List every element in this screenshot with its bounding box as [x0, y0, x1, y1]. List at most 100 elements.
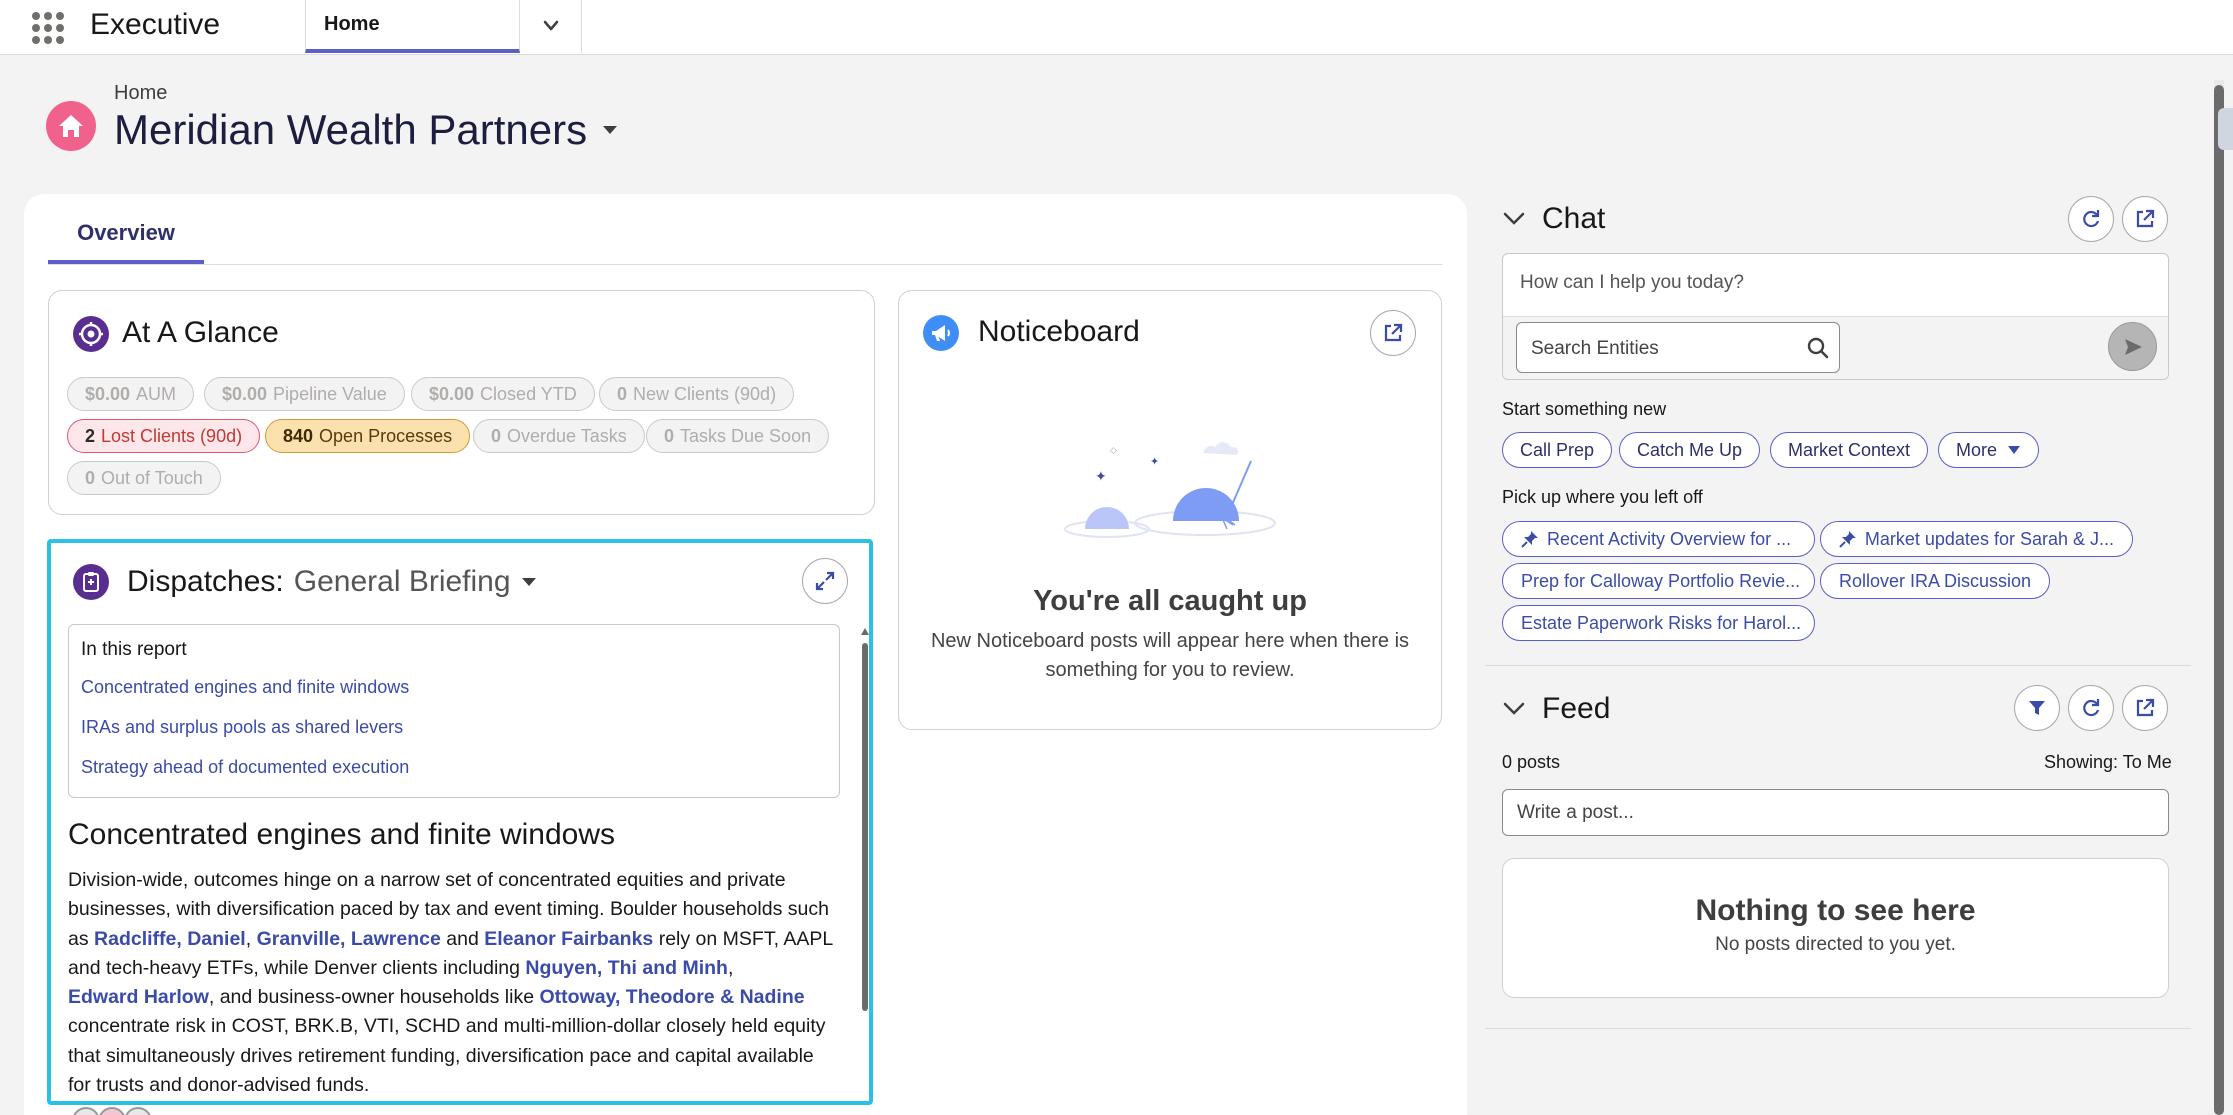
scroll-up-arrow-icon[interactable]: [861, 628, 869, 635]
pill-out-of-touch[interactable]: 0 Out of Touch: [67, 461, 221, 495]
paragraph-text: ,: [727, 956, 734, 979]
caret-down-icon: [521, 577, 536, 586]
toc-title: In this report: [81, 639, 187, 660]
send-button[interactable]: [2108, 322, 2157, 371]
chat-title: Chat: [1542, 202, 1606, 235]
pill-closed-ytd[interactable]: $0.00 Closed YTD: [411, 377, 595, 411]
chat-input-placeholder[interactable]: How can I help you today?: [1520, 272, 1744, 294]
toc-link[interactable]: Strategy ahead of documented execution: [81, 757, 409, 778]
filter-icon: [2029, 701, 2045, 715]
chevron-down-icon: [543, 20, 559, 31]
pin-icon: [1521, 531, 1538, 548]
pill-new-clients[interactable]: 0 New Clients (90d): [599, 377, 795, 411]
at-a-glance-title: At A Glance: [122, 316, 279, 349]
client-link[interactable]: Ottoway, Theodore & Nadine: [540, 986, 805, 1008]
dispatches-title-group[interactable]: Dispatches: General Briefing: [127, 565, 537, 599]
tab-overview[interactable]: Overview: [48, 218, 204, 264]
page-title-group[interactable]: Meridian Wealth Partners: [114, 106, 619, 154]
chat-refresh-button[interactable]: [2068, 196, 2114, 242]
feed-title: Feed: [1542, 692, 1611, 725]
more-button[interactable]: More: [1938, 432, 2040, 468]
client-link[interactable]: Eleanor Fairbanks: [484, 928, 653, 950]
search-placeholder: Search Entities: [1531, 338, 1659, 359]
external-link-icon: [2136, 209, 2155, 228]
paragraph-text: , and business-owner households like: [208, 986, 540, 1009]
refresh-icon: [2083, 210, 2100, 228]
noticeboard-title: Noticeboard: [978, 315, 1140, 348]
app-name: Executive: [90, 8, 221, 41]
svg-text:◇: ◇: [1110, 446, 1117, 456]
client-link[interactable]: Nguyen, Thi and Minh: [525, 957, 728, 979]
history-item[interactable]: Recent Activity Overview for ...: [1502, 521, 1815, 557]
toc-link[interactable]: Concentrated engines and finite windows: [81, 677, 409, 698]
page-scrollbar-thumb[interactable]: [2214, 85, 2224, 1115]
expand-icon: [815, 571, 835, 591]
history-item[interactable]: Market updates for Sarah & J...: [1820, 521, 2133, 557]
chat-popout-button[interactable]: [2122, 196, 2168, 242]
section-divider: [1485, 1028, 2191, 1029]
global-header: Executive Home: [0, 0, 2233, 55]
client-link[interactable]: Radcliffe, Daniel: [94, 928, 246, 950]
paragraph-text: concentrate risk in COST, BRK.B, VTI, SC…: [68, 1015, 826, 1097]
home-icon: [46, 101, 96, 151]
pill-overdue-tasks[interactable]: 0 Overdue Tasks: [473, 419, 645, 453]
megaphone-icon: [923, 315, 959, 351]
write-post-input[interactable]: Write a post...: [1502, 789, 2169, 836]
history-item[interactable]: Prep for Calloway Portfolio Revie...: [1502, 563, 1815, 599]
refresh-icon: [2083, 699, 2100, 717]
toc-link[interactable]: IRAs and surplus pools as shared levers: [81, 717, 403, 738]
dispatch-icon: [73, 564, 109, 600]
pill-open-processes[interactable]: 840 Open Processes: [265, 419, 471, 453]
feed-refresh-button[interactable]: [2068, 685, 2114, 731]
chevron-down-icon: [1503, 212, 1525, 225]
feed-popout-button[interactable]: [2122, 685, 2168, 731]
section-paragraph: Division-wide, outcomes hinge on a narro…: [68, 866, 838, 1100]
send-icon: [2124, 338, 2142, 355]
market-context-button[interactable]: Market Context: [1770, 432, 1929, 468]
catch-me-up-button[interactable]: Catch Me Up: [1619, 432, 1761, 468]
report-selector: General Briefing: [293, 565, 511, 598]
feed-header[interactable]: Feed: [1502, 692, 1610, 726]
history-item[interactable]: Estate Paperwork Risks for Harol...: [1502, 605, 1815, 641]
svg-text:✦: ✦: [1095, 469, 1107, 485]
write-post-placeholder: Write a post...: [1517, 802, 1634, 823]
dispatches-expand-button[interactable]: [802, 558, 848, 604]
nav-tab-home[interactable]: Home: [305, 0, 520, 53]
paragraph-text: ,: [245, 927, 257, 950]
glance-icon: [73, 316, 109, 352]
external-link-icon: [2136, 698, 2155, 717]
search-icon: [1807, 337, 1829, 359]
caret-down-icon: [603, 126, 618, 134]
pill-lost-clients[interactable]: 2 Lost Clients (90d): [67, 419, 261, 453]
app-launcher-icon[interactable]: [30, 10, 66, 46]
caret-down-icon: [2008, 446, 2021, 454]
search-entities-input[interactable]: Search Entities: [1516, 322, 1840, 373]
section-heading: Concentrated engines and finite windows: [68, 818, 616, 851]
feed-post-count: 0 posts: [1502, 752, 1561, 772]
pill-tasks-due-soon[interactable]: 0 Tasks Due Soon: [646, 419, 830, 453]
nav-menu-button[interactable]: [520, 0, 582, 53]
feed-showing-filter[interactable]: Showing: To Me: [2044, 752, 2172, 773]
external-link-icon: [1384, 323, 1403, 342]
pin-icon: [1839, 531, 1856, 548]
client-link[interactable]: Edward Harlow: [68, 986, 209, 1008]
pill-aum[interactable]: $0.00 AUM: [67, 377, 195, 411]
breadcrumb[interactable]: Home: [114, 82, 167, 105]
client-link[interactable]: Granville, Lawrence: [257, 928, 441, 950]
call-prep-button[interactable]: Call Prep: [1502, 432, 1613, 468]
svg-text:✦: ✦: [1150, 455, 1159, 468]
noticeboard-empty-title: You're all caught up: [1033, 585, 1307, 617]
section-divider: [1485, 665, 2191, 666]
nav-tab-label: Home: [324, 13, 380, 35]
side-panel-handle[interactable]: [2218, 108, 2233, 150]
noticeboard-open-button[interactable]: [1370, 310, 1416, 356]
feed-filter-button[interactable]: [2014, 685, 2060, 731]
feed-empty-card: [1502, 858, 2169, 998]
history-item[interactable]: Rollover IRA Discussion: [1820, 563, 2051, 599]
avatar-group: [73, 1107, 151, 1115]
pill-pipeline-value[interactable]: $0.00 Pipeline Value: [204, 377, 405, 411]
paragraph-text: and: [440, 927, 485, 950]
feed-empty-title: Nothing to see here: [1695, 894, 1976, 927]
dispatch-scrollbar-thumb[interactable]: [862, 643, 868, 1011]
chat-header[interactable]: Chat: [1502, 202, 1605, 236]
